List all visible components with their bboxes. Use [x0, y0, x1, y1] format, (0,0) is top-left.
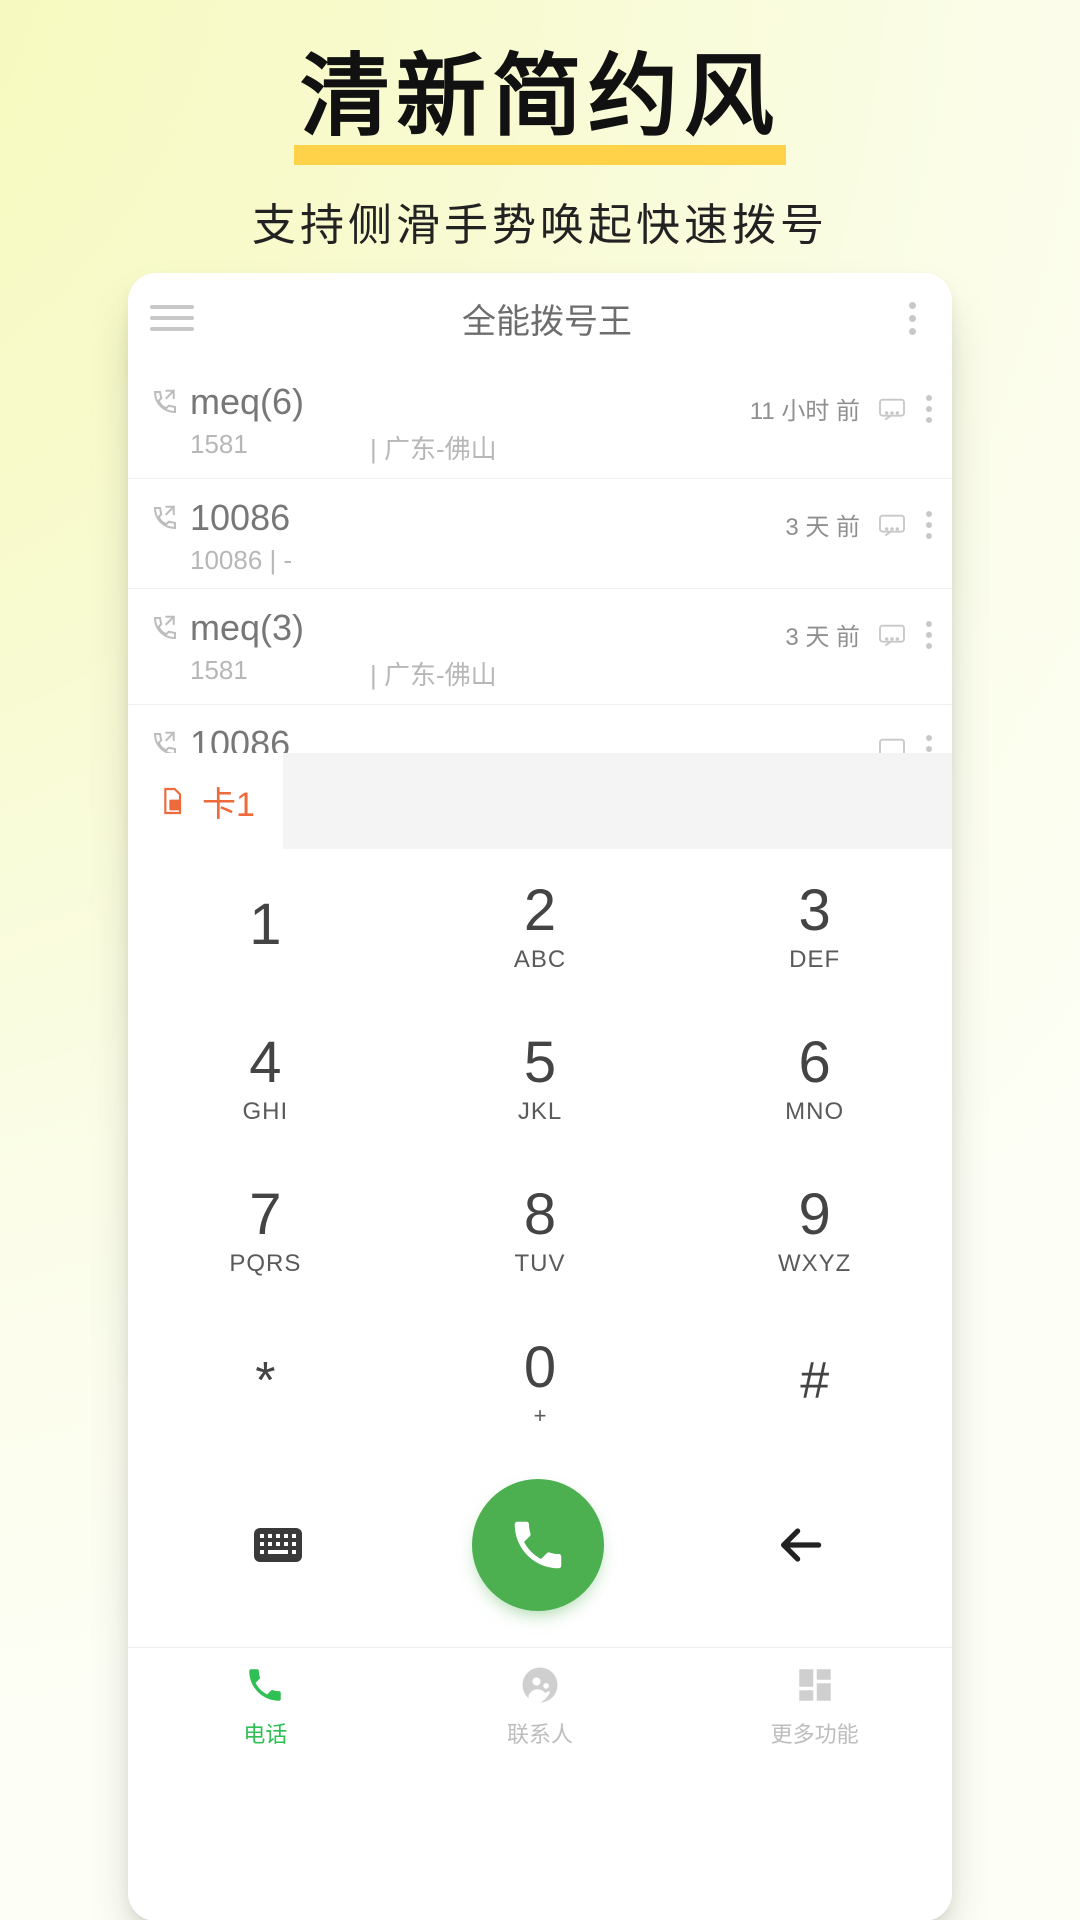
call-number: 10086 | - — [190, 545, 370, 576]
digit: 1 — [249, 891, 281, 958]
call-name: 10086 — [190, 723, 876, 753]
keyboard-toggle-button[interactable] — [252, 1524, 304, 1566]
keypad-7[interactable]: 7PQRS — [128, 1153, 403, 1305]
digit: 3 — [799, 877, 831, 944]
message-icon[interactable] — [876, 733, 908, 753]
grid-icon — [794, 1664, 836, 1711]
call-name: meq(3) — [190, 607, 785, 649]
letters: PQRS — [229, 1250, 301, 1278]
message-icon[interactable] — [876, 619, 908, 651]
call-time: 11 小时 前 — [750, 391, 860, 426]
call-number: 1581 — [190, 655, 370, 692]
outgoing-call-icon — [150, 607, 190, 648]
call-log-row[interactable]: 10086 10086 | - 3 天 前 — [128, 479, 952, 589]
nav-more[interactable]: 更多功能 — [677, 1648, 952, 1765]
app-title: 全能拨号王 — [194, 294, 900, 343]
sim-card-icon — [156, 785, 188, 817]
digit: 6 — [799, 1029, 831, 1096]
digit: # — [800, 1351, 829, 1411]
keypad-4[interactable]: 4GHI — [128, 1001, 403, 1153]
nav-label: 联系人 — [507, 1717, 573, 1749]
call-log-row[interactable]: meq(3) 1581 | 广东-佛山 3 天 前 — [128, 589, 952, 705]
keypad-0[interactable]: 0+ — [403, 1305, 678, 1457]
outgoing-call-icon — [150, 723, 190, 753]
nav-label: 更多功能 — [771, 1717, 859, 1749]
sim-card-1-button[interactable]: 卡1 — [128, 753, 283, 849]
backspace-button[interactable] — [772, 1517, 828, 1573]
digit: 5 — [524, 1029, 556, 1096]
digit: 7 — [249, 1181, 281, 1248]
call-time: 3 天 前 — [785, 617, 860, 652]
digit: 2 — [524, 877, 556, 944]
letters: GHI — [243, 1098, 289, 1126]
contacts-icon — [519, 1664, 561, 1711]
nav-phone[interactable]: 电话 — [128, 1648, 403, 1765]
outgoing-call-icon — [150, 497, 190, 538]
app-bar: 全能拨号王 — [128, 273, 952, 363]
keypad-6[interactable]: 6MNO — [677, 1001, 952, 1153]
call-log-row[interactable]: meq(6) 1581 | 广东-佛山 11 小时 前 — [128, 363, 952, 479]
call-name: 10086 — [190, 497, 785, 539]
row-overflow-icon[interactable] — [924, 735, 932, 753]
bottom-nav: 电话 联系人 更多功能 — [128, 1647, 952, 1765]
letters: JKL — [518, 1098, 562, 1126]
call-name: meq(6) — [190, 381, 750, 423]
digit: * — [255, 1351, 275, 1411]
call-time: 3 天 前 — [785, 507, 860, 542]
keypad-9[interactable]: 9WXYZ — [677, 1153, 952, 1305]
keypad-star[interactable]: * — [128, 1305, 403, 1457]
keypad-3[interactable]: 3DEF — [677, 849, 952, 1001]
hero-title: 清新简约风 — [294, 50, 786, 165]
keypad-1[interactable]: 1 — [128, 849, 403, 1001]
letters: MNO — [785, 1098, 844, 1126]
digit: 0 — [524, 1334, 556, 1401]
phone-frame: 全能拨号王 meq(6) 1581 | 广东-佛山 11 小时 — [128, 273, 952, 1920]
call-location: | 广东-佛山 — [370, 655, 497, 692]
call-number: 1581 — [190, 429, 370, 466]
digit: 8 — [524, 1181, 556, 1248]
row-overflow-icon[interactable] — [924, 395, 932, 423]
keypad-8[interactable]: 8TUV — [403, 1153, 678, 1305]
letters: ABC — [514, 946, 566, 974]
call-button[interactable] — [472, 1479, 604, 1611]
digit: 9 — [799, 1181, 831, 1248]
keypad-hash[interactable]: # — [677, 1305, 952, 1457]
sim-selector-bar: 卡1 — [128, 753, 952, 849]
nav-label: 电话 — [243, 1717, 287, 1749]
dial-pad: 1 2ABC 3DEF 4GHI 5JKL 6MNO 7PQRS 8TUV 9W… — [128, 849, 952, 1457]
keypad-5[interactable]: 5JKL — [403, 1001, 678, 1153]
message-icon[interactable] — [876, 509, 908, 541]
menu-icon[interactable] — [150, 305, 194, 331]
letters: TUV — [515, 1250, 566, 1278]
phone-icon — [244, 1664, 286, 1711]
nav-contacts[interactable]: 联系人 — [403, 1648, 678, 1765]
keypad-2[interactable]: 2ABC — [403, 849, 678, 1001]
dial-action-row — [128, 1457, 952, 1647]
letters: DEF — [789, 946, 840, 974]
call-location: | 广东-佛山 — [370, 429, 497, 466]
call-log-list: meq(6) 1581 | 广东-佛山 11 小时 前 — [128, 363, 952, 753]
message-icon[interactable] — [876, 393, 908, 425]
row-overflow-icon[interactable] — [924, 621, 932, 649]
letters: WXYZ — [778, 1250, 851, 1278]
outgoing-call-icon — [150, 381, 190, 422]
overflow-menu-icon[interactable] — [900, 302, 924, 335]
row-overflow-icon[interactable] — [924, 511, 932, 539]
digit: 4 — [249, 1029, 281, 1096]
sim-label: 卡1 — [202, 777, 255, 826]
call-log-row[interactable]: 10086 — [128, 705, 952, 753]
hero-subtitle: 支持侧滑手势唤起快速拨号 — [0, 189, 1080, 253]
letters: + — [534, 1403, 547, 1429]
